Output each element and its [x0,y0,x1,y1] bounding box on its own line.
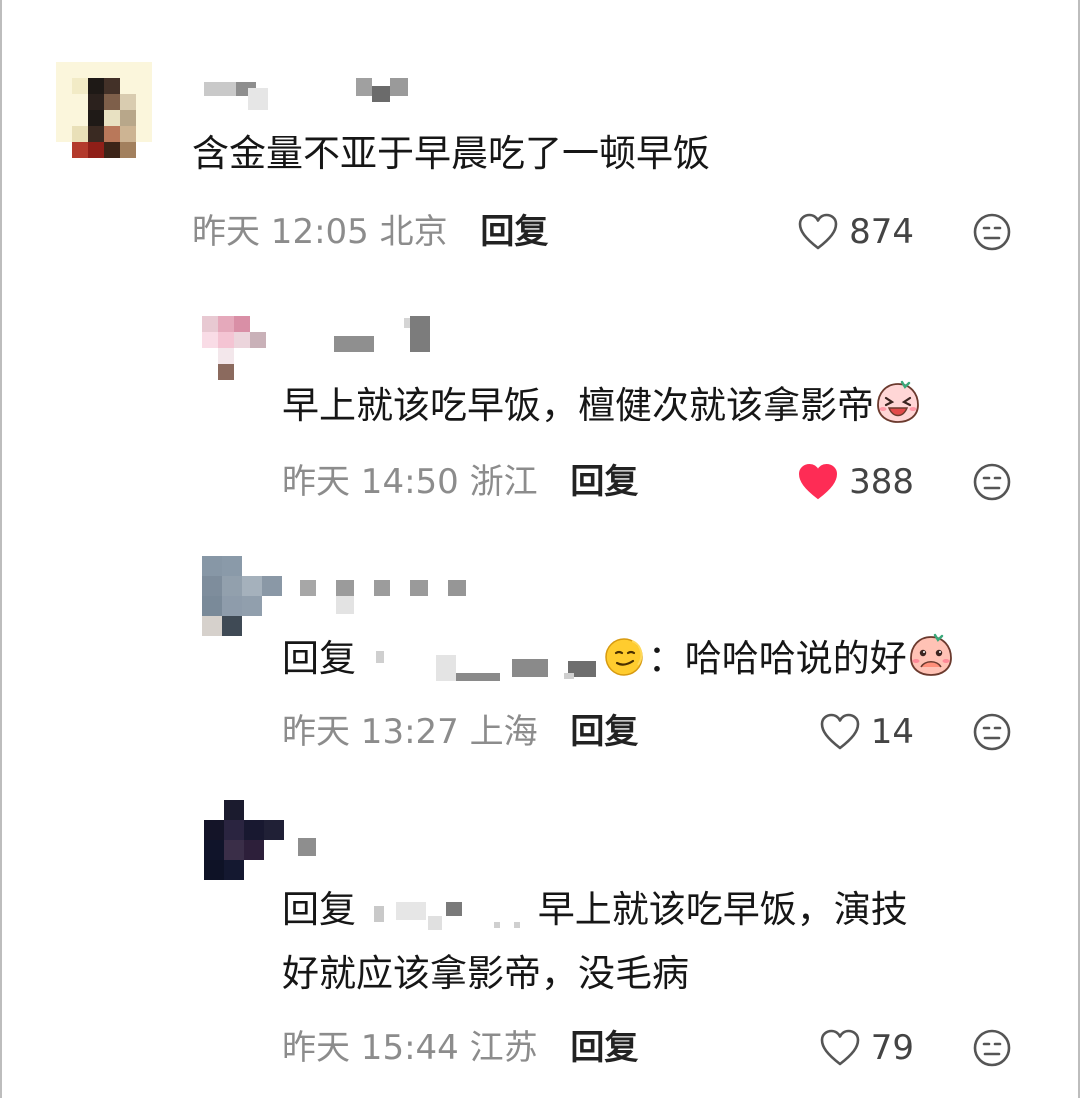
reply-button[interactable]: 回复 [570,712,638,752]
dislike-face-icon [973,713,1011,751]
mosaic-mask [300,580,466,614]
comment-time: 昨天 15:44 [282,1028,459,1068]
smirk-moon-emoji-icon [605,638,643,676]
like-count: 79 [870,1028,914,1068]
reply-prefix: 回复 [282,637,356,680]
mosaic-mask [373,901,520,930]
like-count: 14 [870,712,914,752]
laughing-emoji-icon [877,380,919,423]
dislike-button[interactable] [972,712,1012,752]
comment-meta: 昨天 15:44 江苏 回复 [282,1028,638,1068]
reply-prefix: 回复 [282,888,356,931]
comment-text-line2: 好就应该拿影帝，没毛病 [282,952,689,995]
like-button[interactable]: 388 [797,462,914,502]
dislike-face-icon [973,213,1011,251]
comment-time: 昨天 13:27 [282,712,459,752]
avatar[interactable] [204,800,284,880]
comment-meta: 昨天 13:27 上海 回复 [282,712,638,752]
cover-mouth-laugh-emoji-icon [909,633,952,676]
mosaic-mask [375,650,596,681]
like-count: 874 [849,212,914,252]
avatar[interactable] [202,556,282,636]
comment-text-body: 哈哈哈说的好 [684,637,907,680]
avatar-image [204,800,284,880]
comment-text: 回复 早上就该吃早饭，演技 好就应该拿影帝，没毛病 [282,878,908,1006]
comment-text: 回复 ：哈哈哈说的好 [282,628,955,690]
reply-colon: ： [647,637,685,680]
heart-outline-icon [820,713,860,750]
reply-button[interactable]: 回复 [570,462,638,502]
dislike-face-icon [973,1029,1011,1067]
like-button[interactable]: 874 [797,212,914,252]
avatar-image [202,316,282,396]
avatar-image [202,556,282,636]
comment-location: 北京 [379,212,448,252]
comment-text: 早上就该吃早饭，檀健次就该拿影帝 [282,375,922,437]
dislike-button[interactable] [972,212,1012,252]
mosaic-mask [334,316,430,352]
like-button[interactable]: 79 [819,1028,914,1068]
username-masked[interactable] [298,836,322,876]
comment-meta: 昨天 12:05 北京 回复 [192,212,548,252]
avatar[interactable] [202,316,282,396]
dislike-button[interactable] [972,462,1012,502]
avatar-image [56,62,152,158]
comment-meta: 昨天 14:50 浙江 回复 [282,462,638,502]
heart-outline-icon [820,1029,860,1066]
comment-location: 浙江 [469,462,538,502]
mosaic-mask [298,838,316,856]
dislike-button[interactable] [972,1028,1012,1068]
heart-filled-icon [799,463,838,500]
heart-outline-icon [798,213,838,250]
comment-location: 上海 [469,712,538,752]
comment-time: 昨天 12:05 [192,212,369,252]
page-border-left [0,0,2,1098]
avatar[interactable] [56,62,152,158]
comment-text: 含金量不亚于早晨吃了一顿早饭 [192,132,710,175]
comment-text-body: 早上就该吃早饭，檀健次就该拿影帝 [282,384,874,427]
dislike-face-icon [973,463,1011,501]
like-count: 388 [849,462,914,502]
username-masked[interactable] [204,74,424,114]
mosaic-mask [204,78,408,110]
username-masked[interactable] [300,576,470,616]
reply-button[interactable]: 回复 [480,212,548,252]
comment-text-line1: 早上就该吃早饭，演技 [537,888,908,931]
comment-location: 江苏 [469,1028,538,1068]
reply-button[interactable]: 回复 [570,1028,638,1068]
username-masked[interactable] [330,316,450,356]
comment-time: 昨天 14:50 [282,462,459,502]
like-button[interactable]: 14 [819,712,914,752]
